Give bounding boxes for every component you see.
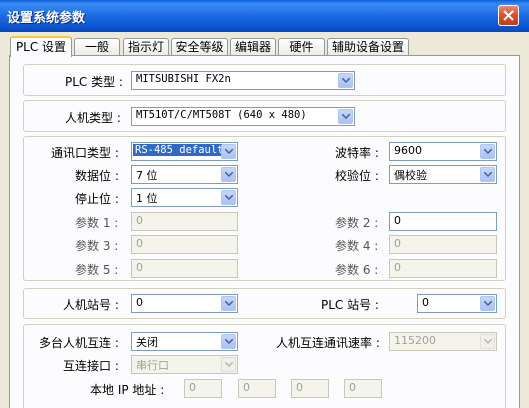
port-type-label: 通讯口类型 : [51, 146, 119, 160]
hmi-station-value: 0 [136, 296, 143, 309]
param2-value: 0 [394, 214, 401, 227]
plc-station-label: PLC 站号 : [321, 298, 379, 312]
interconnect-select[interactable]: 关闭 [131, 332, 238, 351]
local-ip-label: 本地 IP 地址 : [90, 383, 165, 397]
stop-bits-label: 停止位 : [75, 192, 119, 206]
ip-octet-1-value: 0 [189, 381, 196, 394]
ip-octet-4: 0 [344, 379, 382, 398]
hmi-station-select[interactable]: 0 [131, 294, 238, 313]
chevron-down-icon [338, 73, 353, 88]
stop-bits-select[interactable]: 1 位 [131, 188, 238, 207]
param5-label: 参数 5 : [75, 263, 119, 277]
parity-select[interactable]: 偶校验 [389, 165, 497, 184]
tab-security-level[interactable]: 安全等级 [171, 38, 228, 55]
param2-label: 参数 2 : [335, 216, 379, 230]
ip-octet-4-value: 0 [349, 381, 356, 394]
close-icon [503, 10, 514, 21]
param6-value: 0 [394, 261, 401, 274]
chevron-down-icon [480, 167, 495, 182]
data-bits-label: 数据位 : [75, 169, 119, 183]
param6-label: 参数 6 : [335, 263, 379, 277]
data-bits-select[interactable]: 7 位 [131, 165, 238, 184]
plc-type-group: PLC 类型 : MITSUBISHI FX2n [23, 64, 506, 96]
settings-dialog: 设置系统参数 PLC 设置 一般 指示灯 安全等级 编辑器 硬件 辅助设备设置 … [0, 0, 529, 408]
hmi-type-value: MT510T/C/MT508T (640 x 480) [136, 109, 307, 121]
interface-label: 互连接口 : [63, 359, 119, 373]
interface-value: 串行口 [136, 359, 169, 372]
plc-type-label: PLC 类型 : [65, 75, 123, 89]
parity-label: 校验位 : [335, 169, 379, 183]
param6-field: 0 [389, 259, 497, 278]
interconnect-rate-label: 人机互连通讯速率 : [276, 336, 380, 350]
chevron-down-icon [480, 334, 495, 349]
param3-value: 0 [136, 237, 143, 250]
interconnect-rate-value: 115200 [394, 334, 436, 347]
param5-value: 0 [136, 261, 143, 274]
parity-value: 偶校验 [394, 169, 427, 182]
tab-panel: PLC 类型 : MITSUBISHI FX2n 人机类型 : MT510T/C… [9, 55, 520, 408]
hmi-type-group: 人机类型 : MT510T/C/MT508T (640 x 480) [23, 100, 506, 132]
chevron-down-icon [221, 357, 236, 372]
tab-plc-settings[interactable]: PLC 设置 [10, 36, 72, 57]
chevron-down-icon [338, 109, 353, 124]
param5-field: 0 [131, 259, 238, 278]
close-button[interactable] [498, 5, 519, 26]
station-group: 人机站号 : 0 PLC 站号 : 0 [23, 288, 506, 319]
port-type-value: RS-485 default [133, 144, 226, 156]
window-title: 设置系统参数 [7, 11, 86, 26]
chevron-down-icon [480, 296, 495, 311]
hmi-type-label: 人机类型 : [65, 111, 121, 125]
param4-value: 0 [394, 237, 401, 250]
hmi-station-label: 人机站号 : [63, 298, 119, 312]
ip-octet-2: 0 [238, 379, 276, 398]
param4-field: 0 [389, 235, 497, 254]
param3-label: 参数 3 : [75, 239, 119, 253]
interconnect-label: 多台人机互连 : [39, 336, 119, 350]
plc-type-value: MITSUBISHI FX2n [136, 73, 231, 85]
tab-general[interactable]: 一般 [74, 38, 120, 55]
tab-hardware[interactable]: 硬件 [278, 38, 325, 55]
param1-value: 0 [136, 214, 143, 227]
tab-auxiliary-devices[interactable]: 辅助设备设置 [327, 38, 409, 55]
interconnect-rate-select: 115200 [389, 332, 497, 351]
data-bits-value: 7 位 [136, 169, 158, 182]
chevron-down-icon [221, 167, 236, 182]
ip-octet-3: 0 [291, 379, 329, 398]
communication-group: 通讯口类型 : RS-485 default 波特率 : 9600 数据位 : … [23, 136, 506, 281]
baud-rate-label: 波特率 : [335, 146, 379, 160]
chevron-down-icon [221, 144, 236, 159]
plc-type-select[interactable]: MITSUBISHI FX2n [131, 71, 355, 90]
param4-label: 参数 4 : [335, 239, 379, 253]
baud-rate-value: 9600 [394, 144, 422, 157]
baud-rate-select[interactable]: 9600 [389, 142, 497, 161]
title-bar[interactable]: 设置系统参数 [0, 0, 529, 32]
interconnect-value: 关闭 [136, 336, 158, 349]
ip-octet-3-value: 0 [296, 381, 303, 394]
tab-indicator[interactable]: 指示灯 [123, 38, 169, 55]
multi-hmi-group: 多台人机互连 : 关闭 人机互连通讯速率 : 115200 互连接口 : 串行口… [23, 324, 506, 408]
tab-editor[interactable]: 编辑器 [230, 38, 276, 55]
plc-station-select[interactable]: 0 [417, 294, 497, 313]
port-type-select[interactable]: RS-485 default [131, 142, 238, 161]
chevron-down-icon [221, 190, 236, 205]
interface-select: 串行口 [131, 355, 238, 374]
hmi-type-select[interactable]: MT510T/C/MT508T (640 x 480) [131, 107, 355, 126]
param3-field: 0 [131, 235, 238, 254]
stop-bits-value: 1 位 [136, 192, 158, 205]
param2-field[interactable]: 0 [389, 212, 497, 231]
ip-octet-1: 0 [184, 379, 222, 398]
chevron-down-icon [221, 296, 236, 311]
ip-octet-2-value: 0 [243, 381, 250, 394]
plc-station-value: 0 [422, 296, 429, 309]
chevron-down-icon [221, 334, 236, 349]
chevron-down-icon [480, 144, 495, 159]
param1-label: 参数 1 : [75, 216, 119, 230]
param1-field: 0 [131, 212, 238, 231]
